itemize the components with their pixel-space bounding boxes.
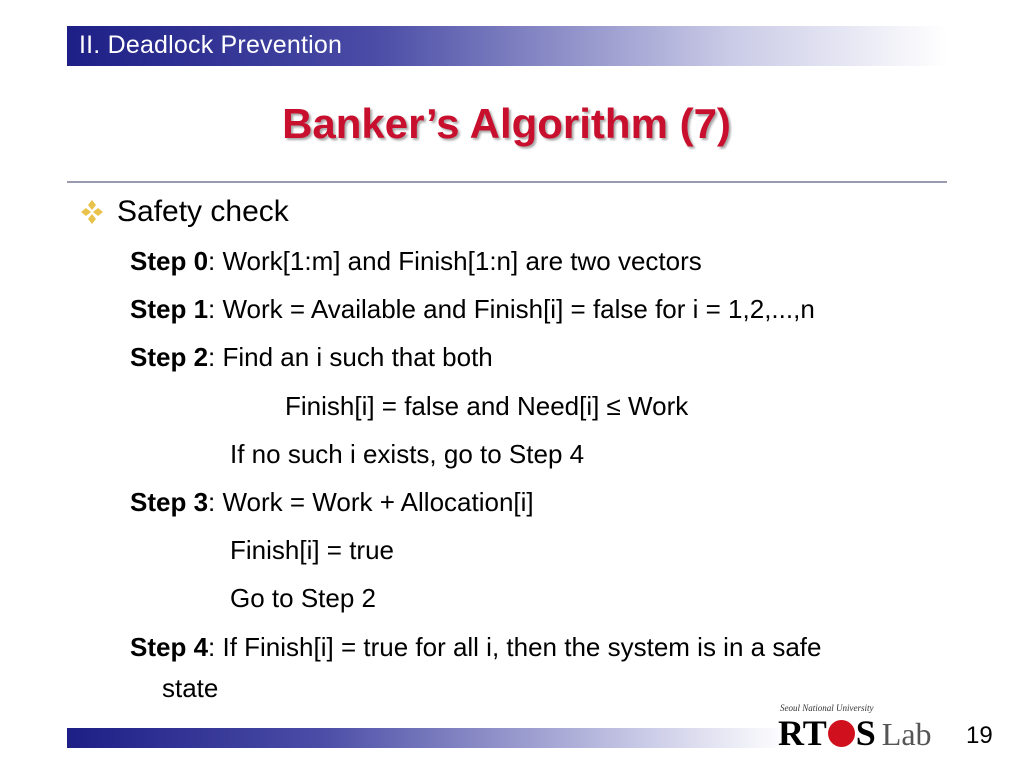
step-3-text: : Work = Work + Allocation[i] xyxy=(208,487,534,517)
step-1-line: Step 1: Work = Available and Finish[i] =… xyxy=(130,294,815,325)
step-2-label: Step 2 xyxy=(130,342,209,372)
step-4-label: Step 4 xyxy=(130,632,209,662)
diamond-bullet-icon xyxy=(81,200,103,224)
step-4-text: : If Finish[i] = true for all i, then th… xyxy=(208,632,822,662)
step-0-line: Step 0: Work[1:m] and Finish[1:n] are tw… xyxy=(130,246,702,277)
slide-title: Banker’s Algorithm (7) xyxy=(282,100,731,147)
step-4-continuation: state xyxy=(162,673,219,703)
step-2-line: Step 2: Find an i such that both xyxy=(130,342,493,373)
section-label: II. Deadlock Prevention xyxy=(79,31,343,59)
step-3-label: Step 3 xyxy=(130,487,209,517)
step-3-goto-line: Go to Step 2 xyxy=(230,583,376,613)
step-1-label: Step 1 xyxy=(130,294,209,324)
logo-lab: Lab xyxy=(881,716,932,752)
page-number: 19 xyxy=(966,722,993,749)
bullet-safety-check: Safety check xyxy=(117,195,289,228)
step-2-else: If no such i exists, go to Step 4 xyxy=(230,439,585,469)
title-divider xyxy=(67,181,947,183)
footer-bar xyxy=(67,728,787,748)
step-2-condition: Finish[i] = false and Need[i] ≤ Work xyxy=(285,391,689,421)
logo-s: S xyxy=(855,713,876,753)
step-1-text: : Work = Available and Finish[i] = false… xyxy=(208,294,815,324)
logo-rt: RT xyxy=(778,713,827,753)
step-0-label: Step 0 xyxy=(130,246,209,276)
step-3-finish-line: Finish[i] = true xyxy=(230,535,395,565)
step-2-text: : Find an i such that both xyxy=(208,342,493,372)
step-4-line: Step 4: If Finish[i] = true for all i, t… xyxy=(130,632,821,663)
step-3-line: Step 3: Work = Work + Allocation[i] xyxy=(130,487,534,518)
step-0-text: : Work[1:m] and Finish[1:n] are two vect… xyxy=(208,246,702,276)
logo-red-circle-icon xyxy=(827,720,855,747)
rtos-lab-logo: RT S Lab xyxy=(778,712,932,753)
